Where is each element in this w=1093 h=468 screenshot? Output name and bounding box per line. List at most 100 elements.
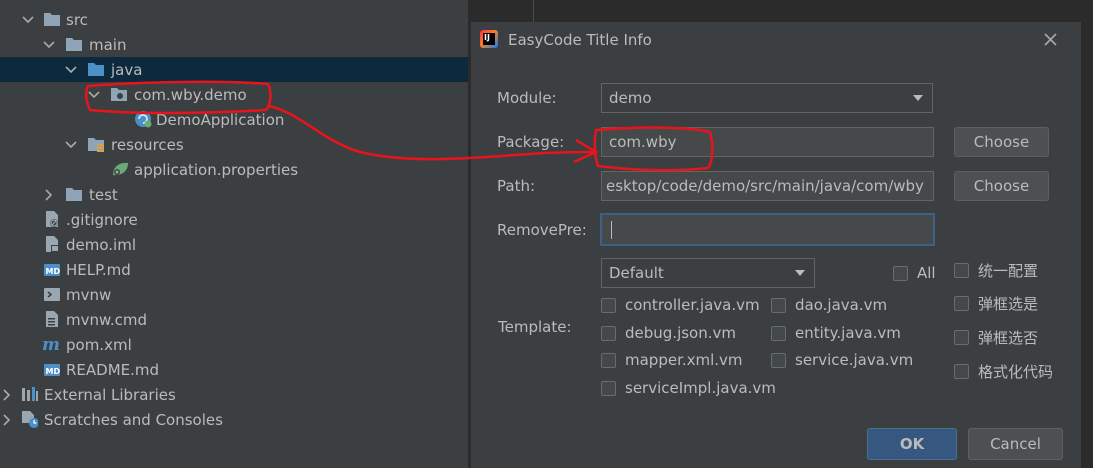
tree-item-java[interactable]: java bbox=[0, 57, 468, 82]
spring-boot-class-icon bbox=[135, 111, 152, 128]
cancel-button[interactable]: Cancel bbox=[968, 428, 1063, 460]
tree-item-label: External Libraries bbox=[44, 385, 176, 404]
tree-item-label: test bbox=[89, 185, 118, 204]
checkbox-box[interactable] bbox=[601, 352, 616, 368]
checkbox-box[interactable] bbox=[954, 364, 969, 379]
dialog-titlebar[interactable]: IJ EasyCode Title Info bbox=[471, 22, 1081, 60]
chevron-down-icon[interactable] bbox=[64, 63, 78, 77]
chevron-right-icon[interactable] bbox=[0, 388, 14, 402]
tree-item-label: java bbox=[111, 60, 143, 79]
template-checkbox-entity[interactable]: entity.java.vm bbox=[771, 324, 901, 342]
tree-item-pom-xml[interactable]: m pom.xml bbox=[0, 332, 468, 357]
svg-text:MD: MD bbox=[46, 367, 61, 376]
choose-package-button[interactable]: Choose bbox=[954, 127, 1049, 157]
checkbox-box[interactable] bbox=[601, 380, 616, 396]
source-folder-icon bbox=[88, 63, 104, 76]
tree-item-mvnw[interactable]: mvnw bbox=[0, 282, 468, 307]
template-checkbox-debug[interactable]: debug.json.vm bbox=[601, 324, 736, 342]
easycode-dialog[interactable]: IJ EasyCode Title Info Module: demo Pack… bbox=[470, 22, 1081, 468]
template-checkbox-serviceimpl[interactable]: serviceImpl.java.vm bbox=[601, 379, 776, 397]
tree-item-demo-iml[interactable]: demo.iml bbox=[0, 232, 468, 257]
tree-item-demo-application[interactable]: DemoApplication bbox=[0, 107, 468, 132]
tree-item-label: .gitignore bbox=[66, 210, 138, 229]
checkbox-box[interactable] bbox=[893, 265, 908, 281]
tree-item-help-md[interactable]: MD HELP.md bbox=[0, 257, 468, 282]
checkbox-box[interactable] bbox=[771, 352, 786, 368]
checkbox-box[interactable] bbox=[954, 296, 969, 311]
tree-item-main[interactable]: main bbox=[0, 32, 468, 57]
tree-item-external-libraries[interactable]: External Libraries bbox=[0, 382, 468, 407]
checkbox-label: service.java.vm bbox=[795, 351, 914, 369]
svg-text:MD: MD bbox=[46, 267, 61, 276]
tree-item-label: com.wby.demo bbox=[134, 85, 247, 104]
checkbox-label: dao.java.vm bbox=[795, 296, 888, 314]
package-label: Package: bbox=[497, 133, 565, 151]
close-icon[interactable] bbox=[1041, 30, 1061, 50]
template-checkbox-controller[interactable]: controller.java.vm bbox=[601, 296, 760, 314]
checkbox-box[interactable] bbox=[954, 263, 969, 278]
folder-icon bbox=[44, 13, 60, 26]
template-group-value: Default bbox=[609, 264, 664, 282]
tree-item-label: application.properties bbox=[134, 160, 299, 179]
template-checkbox-service[interactable]: service.java.vm bbox=[771, 351, 913, 369]
template-group-select[interactable]: Default bbox=[601, 258, 815, 288]
tree-item-label: HELP.md bbox=[66, 260, 131, 279]
chevron-down-icon[interactable] bbox=[87, 88, 101, 102]
checkbox-box[interactable] bbox=[601, 325, 616, 341]
tree-item-label: README.md bbox=[66, 360, 160, 379]
tree-item-package[interactable]: com.wby.demo bbox=[0, 82, 468, 107]
checkbox-label: 弹框选否 bbox=[978, 329, 1039, 347]
tree-item-label: resources bbox=[111, 135, 184, 154]
tree-item-resources[interactable]: resources bbox=[0, 132, 468, 157]
template-checkbox-mapper[interactable]: mapper.xml.vm bbox=[601, 351, 743, 369]
tree-item-test[interactable]: test bbox=[0, 182, 468, 207]
package-field[interactable]: com.wby bbox=[601, 127, 934, 157]
tree-item-src[interactable]: src bbox=[0, 7, 468, 32]
tree-item-label: DemoApplication bbox=[156, 110, 285, 129]
choose-path-button[interactable]: Choose bbox=[954, 171, 1049, 201]
choose-button-label: Choose bbox=[973, 177, 1030, 195]
chevron-down-icon[interactable] bbox=[42, 38, 56, 52]
checkbox-label: serviceImpl.java.vm bbox=[625, 379, 776, 397]
checkbox-box[interactable] bbox=[771, 325, 786, 341]
module-label: Module: bbox=[497, 89, 557, 107]
tree-item-scratches[interactable]: Scratches and Consoles bbox=[0, 407, 468, 432]
tree-item-application-properties[interactable]: application.properties bbox=[0, 157, 468, 182]
chevron-right-icon[interactable] bbox=[0, 413, 14, 427]
all-checkbox[interactable]: All bbox=[893, 264, 936, 282]
choose-button-label: Choose bbox=[973, 133, 1030, 151]
module-select-value: demo bbox=[609, 89, 652, 107]
tree-item-readme-md[interactable]: MD README.md bbox=[0, 357, 468, 382]
shell-script-icon bbox=[44, 288, 60, 301]
module-select[interactable]: demo bbox=[601, 83, 933, 113]
tree-item-label: src bbox=[66, 10, 88, 29]
folder-icon bbox=[66, 188, 82, 201]
tree-item-label: mvnw bbox=[66, 285, 112, 304]
path-field[interactable]: esktop/code/demo/src/main/java/com/wby bbox=[601, 171, 934, 201]
tree-item-gitignore[interactable]: .gitignore bbox=[0, 207, 468, 232]
cancel-button-label: Cancel bbox=[990, 435, 1041, 453]
markdown-icon: MD bbox=[44, 264, 61, 276]
chevron-down-icon[interactable] bbox=[64, 138, 78, 152]
editor-divider bbox=[533, 0, 534, 22]
option-checkbox-unified-config[interactable]: 统一配置 bbox=[954, 260, 1038, 281]
checkbox-box[interactable] bbox=[771, 297, 786, 313]
option-checkbox-format-code[interactable]: 格式化代码 bbox=[954, 361, 1053, 382]
tree-item-label: demo.iml bbox=[66, 235, 136, 254]
chevron-right-icon[interactable] bbox=[42, 188, 56, 202]
tree-item-mvnw-cmd[interactable]: mvnw.cmd bbox=[0, 307, 468, 332]
checkbox-box[interactable] bbox=[601, 297, 616, 313]
chevron-down-icon[interactable] bbox=[21, 13, 35, 27]
option-checkbox-confirm-no[interactable]: 弹框选否 bbox=[954, 327, 1038, 348]
option-checkbox-confirm-yes[interactable]: 弹框选是 bbox=[954, 293, 1038, 314]
ok-button[interactable]: OK bbox=[867, 428, 957, 460]
project-tree[interactable]: src main java com.wby.demo DemoApplicati… bbox=[0, 0, 468, 468]
checkbox-label: 统一配置 bbox=[978, 262, 1039, 280]
template-checkbox-dao[interactable]: dao.java.vm bbox=[771, 296, 887, 314]
checkbox-label: entity.java.vm bbox=[795, 324, 901, 342]
dialog-title: EasyCode Title Info bbox=[508, 31, 652, 49]
checkbox-box[interactable] bbox=[954, 330, 969, 345]
checkbox-label: debug.json.vm bbox=[625, 324, 736, 342]
text-caret bbox=[611, 220, 612, 239]
removepre-field[interactable] bbox=[600, 213, 935, 246]
